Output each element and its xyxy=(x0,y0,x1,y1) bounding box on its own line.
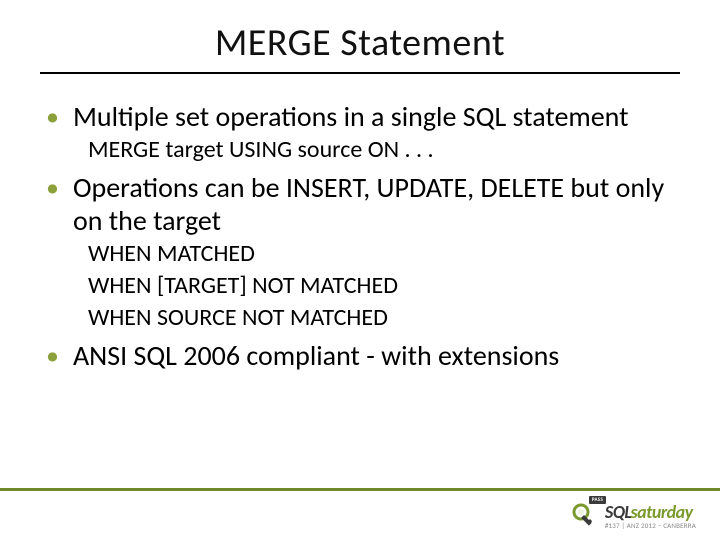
key-icon: PASS xyxy=(571,502,599,530)
bullet-marker: • xyxy=(46,100,59,132)
bullet-text: Multiple set operations in a single SQL … xyxy=(73,100,629,133)
bullet-text: Operations can be INSERT, UPDATE, DELETE… xyxy=(73,171,680,237)
logo-brand: SQL saturday xyxy=(605,503,696,521)
bullet-marker: • xyxy=(46,339,59,371)
sql-saturday-logo: PASS SQL saturday #137 | ANZ 2012 – CANB… xyxy=(571,502,696,530)
logo-sql-text: SQL xyxy=(605,503,632,521)
sub-text: WHEN SOURCE NOT MATCHED xyxy=(88,303,680,333)
slide-title: MERGE Statement xyxy=(40,20,680,66)
sub-text: WHEN [TARGET] NOT MATCHED xyxy=(88,271,680,301)
logo-text: SQL saturday #137 | ANZ 2012 – CANBERRA xyxy=(605,503,696,529)
logo-saturday-text: saturday xyxy=(631,503,693,521)
slide-content: • Multiple set operations in a single SQ… xyxy=(40,100,680,372)
logo-event-text: #137 | ANZ 2012 – CANBERRA xyxy=(605,522,696,529)
sub-text: MERGE target USING source ON . . . xyxy=(88,135,680,165)
bullet-item-1: • Multiple set operations in a single SQ… xyxy=(46,100,680,133)
slide-footer: PASS SQL saturday #137 | ANZ 2012 – CANB… xyxy=(0,488,720,540)
bullet-item-3: • ANSI SQL 2006 compliant - with extensi… xyxy=(46,339,680,372)
bullet-item-2: • Operations can be INSERT, UPDATE, DELE… xyxy=(46,171,680,237)
bullet-marker: • xyxy=(46,171,59,203)
title-underline xyxy=(40,72,680,74)
pass-badge: PASS xyxy=(589,496,606,504)
footer-bar: PASS SQL saturday #137 | ANZ 2012 – CANB… xyxy=(0,491,720,540)
sub-text: WHEN MATCHED xyxy=(88,239,680,269)
bullet-text: ANSI SQL 2006 compliant - with extension… xyxy=(73,339,559,372)
slide: MERGE Statement • Multiple set operation… xyxy=(0,0,720,540)
